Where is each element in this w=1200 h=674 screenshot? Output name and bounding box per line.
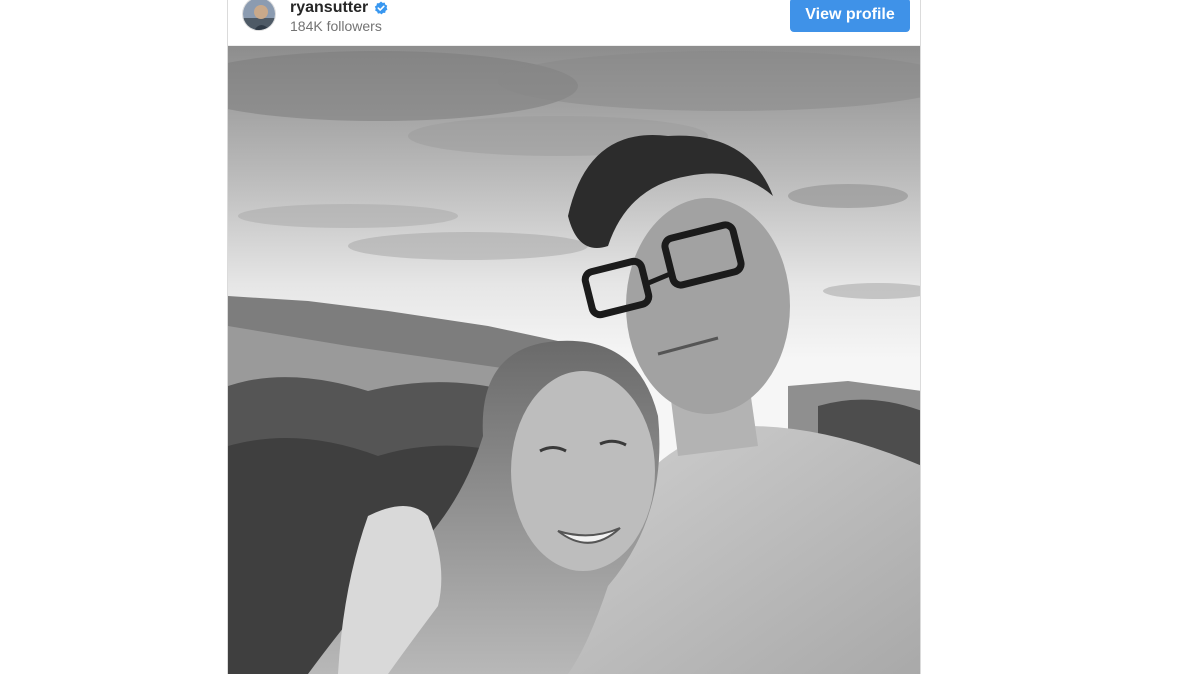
verified-badge-icon bbox=[374, 1, 388, 15]
view-profile-button[interactable]: View profile bbox=[790, 0, 910, 32]
instagram-embed: ryansutter 184K followers View profile bbox=[227, 0, 921, 674]
username-row: ryansutter bbox=[290, 0, 388, 18]
post-photo[interactable] bbox=[228, 46, 920, 674]
post-header: ryansutter 184K followers View profile bbox=[228, 0, 920, 46]
avatar[interactable] bbox=[242, 0, 276, 31]
follower-count: 184K followers bbox=[290, 18, 382, 34]
username[interactable]: ryansutter bbox=[290, 0, 368, 18]
